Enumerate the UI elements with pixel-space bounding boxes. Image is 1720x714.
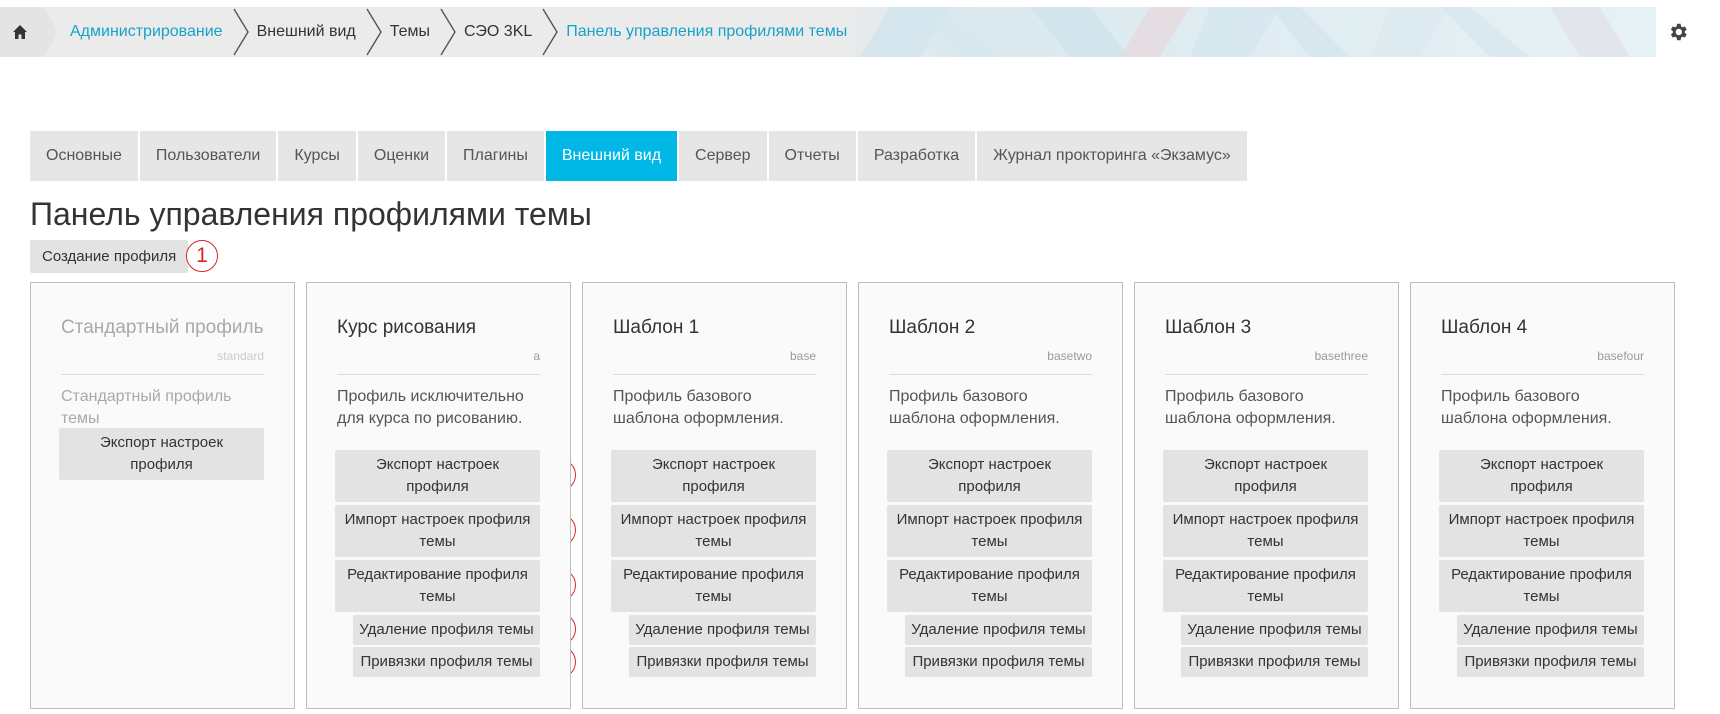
admin-tabs: Основные Пользователи Курсы Оценки Плаги… — [30, 131, 1249, 181]
profile-bindings-button[interactable]: Привязки профиля темы — [353, 647, 540, 677]
breadcrumb-bar: Администрирование Внешний вид Темы СЭО 3… — [0, 7, 1656, 57]
delete-profile-button[interactable]: Удаление профиля темы — [905, 615, 1092, 645]
export-profile-button[interactable]: Экспорт настроек профиля — [1163, 450, 1368, 502]
chevron-right-icon — [542, 8, 559, 56]
export-profile-button[interactable]: Экспорт настроек профиля — [1439, 450, 1644, 502]
profile-bindings-button[interactable]: Привязки профиля темы — [1457, 647, 1644, 677]
tab-proctoring-journal[interactable]: Журнал прокторинга «Экзамус» — [977, 131, 1247, 181]
profile-name: Стандартный профиль — [61, 317, 264, 338]
import-profile-button[interactable]: Импорт настроек профиля темы — [887, 505, 1092, 557]
chevron-right-icon — [366, 8, 382, 56]
profile-bindings-button[interactable]: Привязки профиля темы — [905, 647, 1092, 677]
profile-card-template-3: Шаблон 3 basethree Профиль базового шабл… — [1134, 282, 1399, 709]
profile-description: Профиль базового шаблона оформления. — [1165, 388, 1336, 427]
profile-code: basefour — [1597, 349, 1644, 363]
profile-code: basethree — [1314, 349, 1368, 363]
profile-card-drawing-course: Курс рисования a Профиль исключительно д… — [306, 282, 571, 709]
tab-grades[interactable]: Оценки — [357, 131, 446, 181]
edit-profile-button[interactable]: Редактирование профиля темы — [335, 560, 540, 612]
page-title: Панель управления профилями темы — [30, 196, 592, 232]
card-divider — [61, 374, 264, 375]
import-profile-button[interactable]: Импорт настроек профиля темы — [335, 505, 540, 557]
card-divider — [613, 374, 816, 375]
profile-description: Профиль базового шаблона оформления. — [613, 388, 784, 427]
card-divider — [889, 374, 1092, 375]
annotation-marker-1: 1 — [186, 240, 218, 272]
profile-description: Стандартный профиль темы — [61, 388, 232, 427]
profile-code: standard — [217, 349, 264, 363]
breadcrumb-item-appearance[interactable]: Внешний вид — [257, 23, 356, 41]
profile-card-template-1: Шаблон 1 base Профиль базового шаблона о… — [582, 282, 847, 709]
home-separator — [44, 7, 58, 57]
profile-name: Курс рисования — [337, 317, 477, 338]
profile-code: base — [789, 349, 816, 363]
tab-server[interactable]: Сервер — [679, 131, 767, 181]
profile-name: Шаблон 3 — [1165, 317, 1252, 338]
import-profile-button[interactable]: Импорт настроек профиля темы — [1439, 505, 1644, 557]
gear-icon[interactable] — [1667, 21, 1689, 43]
card-divider — [1441, 374, 1644, 375]
breadcrumb-item-administration[interactable]: Администрирование — [70, 23, 223, 41]
breadcrumb-item-themes[interactable]: Темы — [390, 23, 430, 41]
profile-card-standard: Стандартный профиль standard Стандартный… — [30, 282, 295, 709]
profile-card-template-4: Шаблон 4 basefour Профиль базового шабло… — [1410, 282, 1675, 709]
home-link[interactable] — [0, 7, 44, 57]
edit-profile-button[interactable]: Редактирование профиля темы — [1439, 560, 1644, 612]
export-profile-button[interactable]: Экспорт настроек профиля — [887, 450, 1092, 502]
create-profile-button[interactable]: Создание профиля — [30, 240, 189, 273]
edit-profile-button[interactable]: Редактирование профиля темы — [611, 560, 816, 612]
profile-card-template-2: Шаблон 2 basetwo Профиль базового шаблон… — [858, 282, 1123, 709]
profile-name: Шаблон 2 — [889, 317, 976, 338]
delete-profile-button[interactable]: Удаление профиля темы — [353, 615, 540, 645]
tab-general[interactable]: Основные — [30, 131, 138, 181]
edit-profile-button[interactable]: Редактирование профиля темы — [887, 560, 1092, 612]
chevron-right-icon — [232, 8, 249, 56]
export-profile-button[interactable]: Экспорт настроек профиля — [335, 450, 540, 502]
profile-code: basetwo — [1047, 349, 1092, 363]
delete-profile-button[interactable]: Удаление профиля темы — [629, 615, 816, 645]
breadcrumb-item-profiles-panel[interactable]: Панель управления профилями темы — [566, 23, 847, 41]
profile-code: a — [533, 349, 540, 363]
card-divider — [337, 374, 540, 375]
tab-reports[interactable]: Отчеты — [768, 131, 856, 181]
import-profile-button[interactable]: Импорт настроек профиля темы — [1163, 505, 1368, 557]
tab-users[interactable]: Пользователи — [139, 131, 277, 181]
edit-profile-button[interactable]: Редактирование профиля темы — [1163, 560, 1368, 612]
export-profile-button[interactable]: Экспорт настроек профиля — [59, 428, 264, 480]
delete-profile-button[interactable]: Удаление профиля темы — [1181, 615, 1368, 645]
profile-name: Шаблон 4 — [1441, 317, 1528, 338]
profile-description: Профиль базового шаблона оформления. — [889, 388, 1060, 427]
profile-bindings-button[interactable]: Привязки профиля темы — [1181, 647, 1368, 677]
tab-plugins[interactable]: Плагины — [447, 131, 544, 181]
home-icon — [13, 25, 27, 39]
profile-bindings-button[interactable]: Привязки профиля темы — [629, 647, 816, 677]
tab-development[interactable]: Разработка — [857, 131, 976, 181]
profile-name: Шаблон 1 — [613, 317, 700, 338]
tab-courses[interactable]: Курсы — [278, 131, 356, 181]
tab-appearance[interactable]: Внешний вид — [545, 131, 678, 181]
card-divider — [1165, 374, 1368, 375]
breadcrumb-item-theme-3kl[interactable]: СЭО 3KL — [464, 23, 532, 41]
breadcrumb: Администрирование Внешний вид Темы СЭО 3… — [70, 7, 847, 57]
header-background-art — [830, 7, 1656, 57]
chevron-right-icon — [440, 8, 456, 56]
profile-description: Профиль исключительно для курса по рисов… — [337, 388, 524, 427]
export-profile-button[interactable]: Экспорт настроек профиля — [611, 450, 816, 502]
profile-description: Профиль базового шаблона оформления. — [1441, 388, 1612, 427]
import-profile-button[interactable]: Импорт настроек профиля темы — [611, 505, 816, 557]
delete-profile-button[interactable]: Удаление профиля темы — [1457, 615, 1644, 645]
